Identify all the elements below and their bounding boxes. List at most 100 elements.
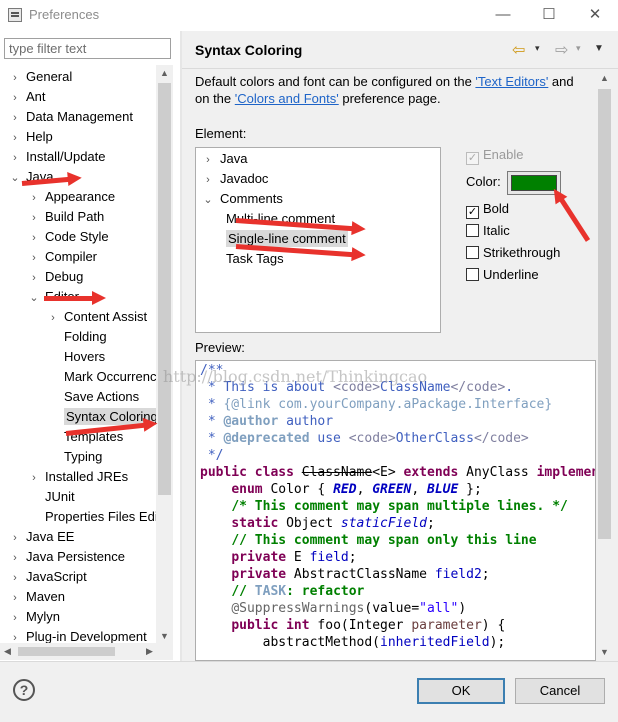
enable-checkbox-box[interactable]: ✓	[466, 152, 479, 165]
chevron-right-icon[interactable]: ›	[27, 208, 41, 228]
tree-item[interactable]: › General	[8, 67, 72, 87]
italic-checkbox-box[interactable]	[466, 224, 479, 237]
page-scroll-up-icon[interactable]: ▲	[600, 73, 609, 83]
code-line: // TASK: refactor	[200, 583, 364, 600]
chevron-right-icon[interactable]: ›	[27, 188, 41, 208]
strikethrough-checkbox-box[interactable]	[466, 246, 479, 259]
code-token: "all"	[419, 601, 459, 616]
chevron-right-icon[interactable]: ›	[8, 608, 22, 628]
tree-item[interactable]: › Java Persistence	[8, 547, 125, 567]
tree-item-label: Mark Occurrences	[64, 369, 156, 384]
text-editors-link[interactable]: 'Text Editors'	[475, 74, 548, 89]
chevron-right-icon[interactable]: ›	[8, 588, 22, 608]
tree-item[interactable]: Hovers	[46, 347, 105, 367]
tree-item-label: Typing	[64, 449, 103, 464]
description-and: and	[548, 74, 574, 89]
tree-item[interactable]: › Data Management	[8, 107, 133, 127]
tree-item[interactable]: Mark Occurrences	[46, 367, 156, 387]
chevron-down-icon[interactable]: ⌄	[202, 190, 214, 210]
tree-vertical-scroll-thumb[interactable]	[158, 83, 171, 495]
underline-checkbox[interactable]: Underline	[466, 265, 539, 285]
tree-item[interactable]: › JavaScript	[8, 567, 87, 587]
code-token: OtherClass	[395, 431, 474, 446]
tree-item[interactable]: › Code Style	[27, 227, 109, 248]
chevron-right-icon[interactable]: ›	[8, 528, 22, 548]
tree-item[interactable]: › Mylyn	[8, 607, 60, 627]
code-token: enum	[231, 482, 263, 497]
tree-item[interactable]: › Help	[8, 127, 53, 147]
code-token: use	[309, 431, 349, 446]
tree-item[interactable]: › Ant	[8, 87, 45, 108]
tree-item[interactable]: › Appearance	[27, 187, 115, 207]
chevron-right-icon[interactable]: ›	[202, 170, 214, 190]
ok-button[interactable]: OK	[417, 678, 505, 704]
cancel-button[interactable]: Cancel	[515, 678, 605, 704]
tree-item[interactable]: › Maven	[8, 587, 65, 607]
chevron-right-icon[interactable]: ›	[8, 568, 22, 588]
scroll-left-icon[interactable]: ◀	[4, 646, 11, 657]
chevron-right-icon[interactable]: ›	[8, 108, 22, 128]
underline-checkbox-box[interactable]	[466, 268, 479, 281]
element-tree-item[interactable]: › Javadoc	[202, 169, 268, 189]
close-button[interactable]: ✕	[572, 0, 618, 30]
tree-item[interactable]: Save Actions	[46, 387, 139, 407]
filter-input[interactable]	[4, 38, 171, 59]
chevron-right-icon[interactable]: ›	[27, 248, 41, 268]
forward-arrow-icon[interactable]: ⇨	[555, 40, 568, 60]
tree-item[interactable]: JUnit	[27, 487, 75, 507]
back-arrow-icon[interactable]: ⇦	[512, 40, 525, 60]
chevron-right-icon[interactable]: ›	[8, 548, 22, 568]
tree-item[interactable]: › Build Path	[27, 207, 104, 227]
page-scroll-down-icon[interactable]: ▼	[600, 647, 609, 657]
chevron-right-icon[interactable]: ›	[27, 468, 41, 488]
tree-item-label: Code Style	[45, 229, 109, 244]
view-menu-icon[interactable]: ▼	[594, 43, 604, 54]
scroll-right-icon[interactable]: ▶	[146, 646, 153, 657]
tree-item[interactable]: Folding	[46, 327, 107, 347]
tree-horizontal-scroll-thumb[interactable]	[18, 647, 115, 656]
chevron-down-icon[interactable]: ⌄	[27, 288, 41, 308]
chevron-right-icon[interactable]: ›	[27, 268, 41, 288]
tree-item[interactable]: › Java EE	[8, 527, 74, 547]
description-on-the: on the	[195, 91, 235, 106]
minimize-button[interactable]: —	[480, 0, 526, 30]
chevron-right-icon[interactable]: ›	[8, 88, 22, 108]
page-vertical-scroll-thumb[interactable]	[598, 89, 611, 539]
maximize-button[interactable]: ☐	[526, 0, 572, 30]
chevron-down-icon[interactable]: ⌄	[8, 168, 22, 188]
code-token: extends	[403, 465, 459, 480]
colors-and-fonts-link[interactable]: 'Colors and Fonts'	[235, 91, 339, 106]
element-tree-item[interactable]: Task Tags	[220, 249, 284, 269]
forward-history-dropdown-icon[interactable]: ▾	[576, 43, 581, 54]
tree-item[interactable]: › Debug	[27, 267, 83, 287]
chevron-right-icon[interactable]: ›	[8, 148, 22, 168]
tree-item-label: JavaScript	[26, 569, 87, 584]
tree-item[interactable]: Properties Files Editor	[27, 507, 156, 527]
tree-item[interactable]: › Installed JREs	[27, 467, 128, 487]
scroll-down-icon[interactable]: ▼	[160, 631, 169, 641]
chevron-right-icon[interactable]: ›	[27, 228, 41, 248]
help-icon[interactable]: ?	[13, 679, 35, 701]
italic-checkbox[interactable]: Italic	[466, 221, 510, 241]
back-history-dropdown-icon[interactable]: ▾	[535, 43, 540, 54]
tree-item[interactable]: Typing	[46, 447, 102, 467]
code-token: parameter	[411, 618, 482, 633]
chevron-right-icon[interactable]: ›	[8, 128, 22, 148]
enable-checkbox[interactable]: ✓ Enable	[466, 145, 523, 165]
chevron-right-icon[interactable]: ›	[8, 68, 22, 88]
chevron-right-icon[interactable]: ›	[202, 150, 214, 170]
tree-item[interactable]: › Compiler	[27, 247, 97, 267]
chevron-right-icon[interactable]: ›	[46, 308, 60, 328]
code-token: implements	[536, 465, 595, 480]
element-tree-item[interactable]: ⌄ Comments	[202, 189, 282, 210]
bold-checkbox-box[interactable]: ✓	[466, 206, 479, 219]
tree-item[interactable]: › Install/Update	[8, 147, 105, 168]
tree-item[interactable]: › Content Assist	[46, 307, 147, 327]
tree-item-label: Mylyn	[26, 609, 60, 624]
element-tree-item[interactable]: › Java	[202, 149, 247, 169]
scroll-up-icon[interactable]: ▲	[160, 68, 169, 78]
bold-checkbox[interactable]: ✓ Bold	[466, 199, 509, 219]
strikethrough-checkbox[interactable]: Strikethrough	[466, 243, 560, 263]
